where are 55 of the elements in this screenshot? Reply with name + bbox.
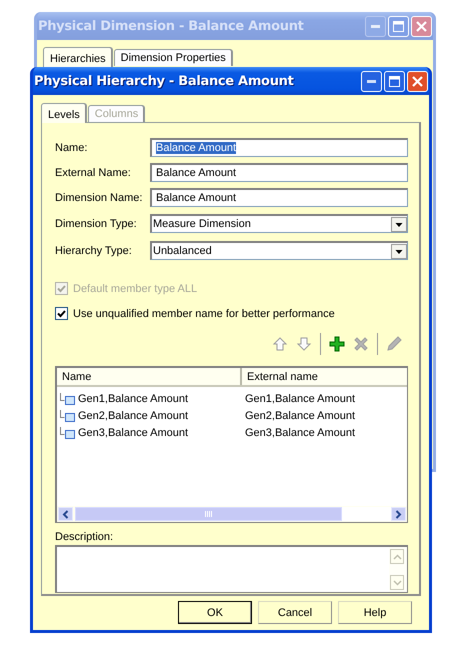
maximize-button[interactable] <box>384 70 405 92</box>
dialog-button[interactable]: Help <box>338 601 412 624</box>
column-header[interactable]: Name <box>57 368 242 385</box>
field-label: Dimension Type: <box>55 218 138 230</box>
chevron-down-icon <box>392 580 402 586</box>
close-icon <box>416 20 427 32</box>
scroll-right-button[interactable] <box>391 507 406 521</box>
close-icon <box>412 76 423 86</box>
table-cell-text: Gen2,Balance Amount <box>244 410 356 422</box>
table-cell-text: Gen3,Balance Amount <box>244 426 356 438</box>
tab[interactable]: Levels <box>41 103 87 123</box>
checkbox-label: Default member type ALL <box>73 282 198 294</box>
maximize-button[interactable] <box>388 16 409 36</box>
scroll-up-button[interactable] <box>390 549 404 564</box>
input-field[interactable]: Balance Amount <box>150 188 408 207</box>
table-cell-text: Gen1,Balance Amount <box>244 392 356 404</box>
input-field[interactable]: Balance Amount <box>150 138 408 157</box>
dialog-button[interactable]: OK <box>178 601 252 624</box>
chevron-up-icon <box>392 554 402 560</box>
grip-icon <box>204 511 212 517</box>
scroll-left-button[interactable] <box>58 507 73 521</box>
maximize-icon <box>389 76 400 86</box>
window-title: Physical Hierarchy - Balance Amount <box>34 74 295 88</box>
dialog-button[interactable]: Cancel <box>258 601 332 624</box>
field-label: Hierarchy Type: <box>55 244 133 256</box>
checkbox-label: Use unqualified member name for better performance <box>73 308 335 320</box>
checkbox[interactable] <box>55 307 68 320</box>
level-icon <box>60 392 76 404</box>
plus-icon[interactable] <box>329 336 345 352</box>
description-field[interactable] <box>55 545 408 593</box>
dropdown-field[interactable]: Measure Dimension <box>150 214 408 233</box>
tab[interactable]: Dimension Properties <box>114 49 233 66</box>
minimize-icon <box>367 80 376 82</box>
table-cell: Gen1,Balance Amount <box>78 392 188 404</box>
field-label: Dimension Name: <box>55 192 144 204</box>
level-icon <box>60 426 76 438</box>
table-cell: Gen2,Balance Amount <box>78 410 188 422</box>
close-button[interactable] <box>407 70 428 92</box>
level-icon <box>60 410 76 422</box>
input-field[interactable]: Balance Amount <box>150 163 408 182</box>
chevron-right-icon <box>395 510 402 518</box>
scroll-down-button[interactable] <box>390 575 404 590</box>
minimize-icon <box>371 24 380 28</box>
tab[interactable]: Hierarchies <box>43 47 113 67</box>
dropdown-field[interactable]: Unbalanced <box>150 241 408 260</box>
close-button[interactable] <box>411 16 432 36</box>
scrollbar-thumb[interactable] <box>75 507 342 521</box>
field-label: Description: <box>55 531 114 545</box>
window-title: Physical Dimension - Balance Amount <box>38 18 305 34</box>
maximize-icon <box>393 20 404 32</box>
column-header[interactable]: External name <box>242 368 407 385</box>
field-label: Name: <box>55 142 88 154</box>
field-label: External Name: <box>55 166 132 178</box>
table-cell: Gen3,Balance Amount <box>78 426 188 438</box>
chevron-left-icon <box>62 510 69 518</box>
